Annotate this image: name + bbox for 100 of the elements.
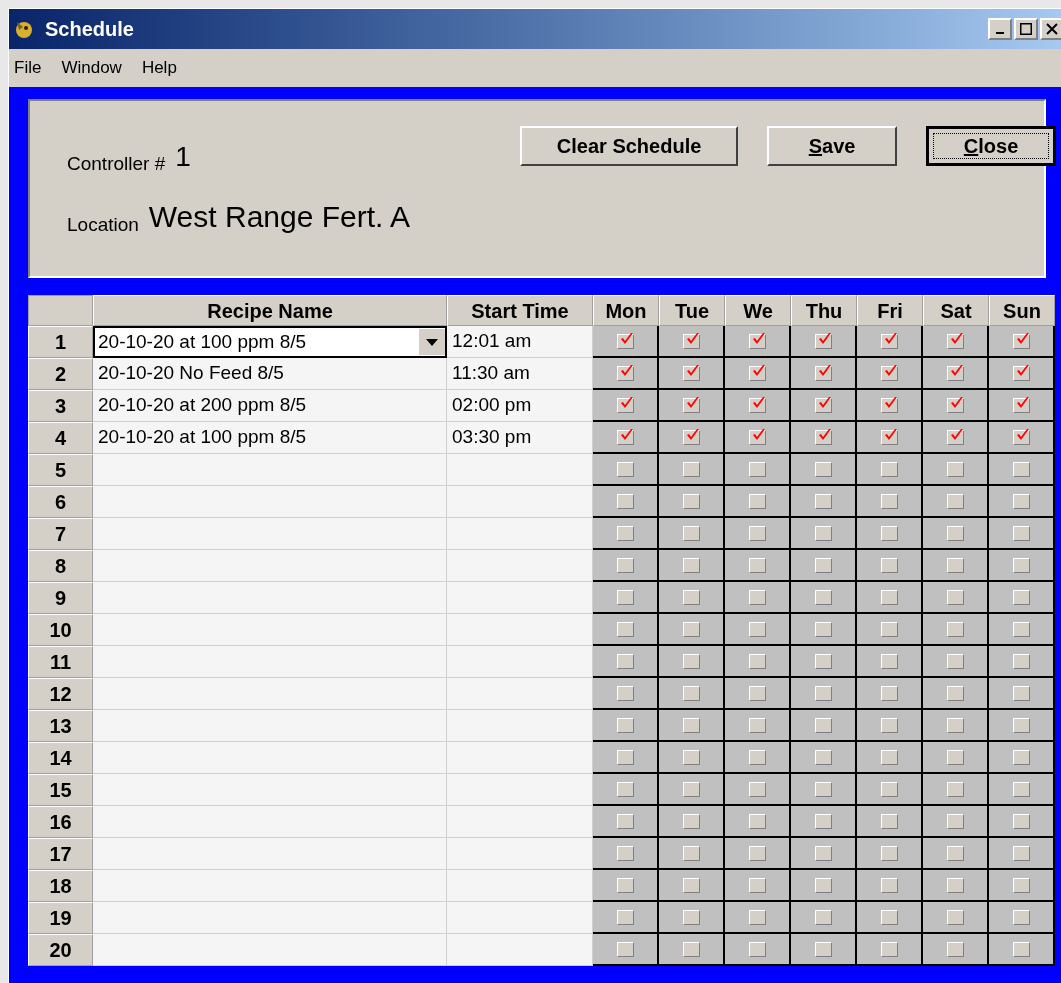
checkbox[interactable] xyxy=(616,909,634,925)
checkbox[interactable] xyxy=(880,333,898,349)
checkbox[interactable] xyxy=(748,909,766,925)
checkbox[interactable] xyxy=(748,845,766,861)
checkbox[interactable] xyxy=(814,461,832,477)
checkbox[interactable] xyxy=(682,717,700,733)
checkbox[interactable] xyxy=(682,493,700,509)
dialog-button[interactable]: Clear Schedule xyxy=(520,126,739,166)
checkbox[interactable] xyxy=(748,333,766,349)
checkbox[interactable] xyxy=(814,493,832,509)
checkbox[interactable] xyxy=(682,589,700,605)
checkbox[interactable] xyxy=(1012,781,1030,797)
checkbox[interactable] xyxy=(616,621,634,637)
checkbox[interactable] xyxy=(946,461,964,477)
checkbox[interactable] xyxy=(616,877,634,893)
checkbox[interactable] xyxy=(682,781,700,797)
checkbox[interactable] xyxy=(946,589,964,605)
checkbox[interactable] xyxy=(748,685,766,701)
checkbox[interactable] xyxy=(682,845,700,861)
checkbox[interactable] xyxy=(1012,589,1030,605)
menu-item[interactable]: File xyxy=(14,55,42,81)
checkbox[interactable] xyxy=(814,877,832,893)
checkbox[interactable] xyxy=(814,557,832,573)
checkbox[interactable] xyxy=(880,941,898,957)
checkbox[interactable] xyxy=(682,877,700,893)
checkbox[interactable] xyxy=(814,621,832,637)
checkbox[interactable] xyxy=(946,685,964,701)
checkbox[interactable] xyxy=(748,653,766,669)
checkbox[interactable] xyxy=(616,845,634,861)
checkbox[interactable] xyxy=(814,589,832,605)
checkbox[interactable] xyxy=(1012,845,1030,861)
dialog-button[interactable]: Close xyxy=(926,126,1057,166)
checkbox[interactable] xyxy=(682,909,700,925)
close-button[interactable] xyxy=(1040,18,1061,40)
checkbox[interactable] xyxy=(814,845,832,861)
checkbox[interactable] xyxy=(748,717,766,733)
checkbox[interactable] xyxy=(880,813,898,829)
checkbox[interactable] xyxy=(946,749,964,765)
checkbox[interactable] xyxy=(748,813,766,829)
minimize-button[interactable] xyxy=(988,18,1012,40)
checkbox[interactable] xyxy=(1012,813,1030,829)
checkbox[interactable] xyxy=(880,493,898,509)
checkbox[interactable] xyxy=(682,333,700,349)
checkbox[interactable] xyxy=(616,781,634,797)
checkbox[interactable] xyxy=(748,493,766,509)
checkbox[interactable] xyxy=(1012,621,1030,637)
checkbox[interactable] xyxy=(946,525,964,541)
checkbox[interactable] xyxy=(748,877,766,893)
checkbox[interactable] xyxy=(946,941,964,957)
checkbox[interactable] xyxy=(880,557,898,573)
checkbox[interactable] xyxy=(616,717,634,733)
checkbox[interactable] xyxy=(814,941,832,957)
checkbox[interactable] xyxy=(682,557,700,573)
checkbox[interactable] xyxy=(682,397,700,413)
checkbox[interactable] xyxy=(682,621,700,637)
checkbox[interactable] xyxy=(880,589,898,605)
checkbox[interactable] xyxy=(748,749,766,765)
checkbox[interactable] xyxy=(880,877,898,893)
checkbox[interactable] xyxy=(946,877,964,893)
checkbox[interactable] xyxy=(682,941,700,957)
checkbox[interactable] xyxy=(814,717,832,733)
checkbox[interactable] xyxy=(1012,877,1030,893)
checkbox[interactable] xyxy=(1012,941,1030,957)
checkbox[interactable] xyxy=(1012,397,1030,413)
maximize-button[interactable] xyxy=(1014,18,1038,40)
checkbox[interactable] xyxy=(616,749,634,765)
checkbox[interactable] xyxy=(1012,749,1030,765)
checkbox[interactable] xyxy=(946,365,964,381)
checkbox[interactable] xyxy=(814,749,832,765)
checkbox[interactable] xyxy=(946,621,964,637)
checkbox[interactable] xyxy=(880,909,898,925)
checkbox[interactable] xyxy=(616,653,634,669)
checkbox[interactable] xyxy=(946,717,964,733)
checkbox[interactable] xyxy=(616,333,634,349)
checkbox[interactable] xyxy=(946,781,964,797)
checkbox[interactable] xyxy=(946,845,964,861)
checkbox[interactable] xyxy=(616,589,634,605)
checkbox[interactable] xyxy=(880,717,898,733)
checkbox[interactable] xyxy=(616,525,634,541)
checkbox[interactable] xyxy=(682,813,700,829)
checkbox[interactable] xyxy=(946,397,964,413)
checkbox[interactable] xyxy=(616,461,634,477)
checkbox[interactable] xyxy=(748,621,766,637)
checkbox[interactable] xyxy=(1012,333,1030,349)
checkbox[interactable] xyxy=(748,365,766,381)
checkbox[interactable] xyxy=(880,365,898,381)
checkbox[interactable] xyxy=(814,685,832,701)
checkbox[interactable] xyxy=(748,941,766,957)
checkbox[interactable] xyxy=(880,397,898,413)
checkbox[interactable] xyxy=(682,653,700,669)
checkbox[interactable] xyxy=(616,813,634,829)
checkbox[interactable] xyxy=(1012,557,1030,573)
checkbox[interactable] xyxy=(748,557,766,573)
checkbox[interactable] xyxy=(1012,429,1030,445)
checkbox[interactable] xyxy=(814,653,832,669)
checkbox[interactable] xyxy=(814,781,832,797)
checkbox[interactable] xyxy=(880,621,898,637)
checkbox[interactable] xyxy=(946,909,964,925)
checkbox[interactable] xyxy=(1012,365,1030,381)
checkbox[interactable] xyxy=(946,493,964,509)
